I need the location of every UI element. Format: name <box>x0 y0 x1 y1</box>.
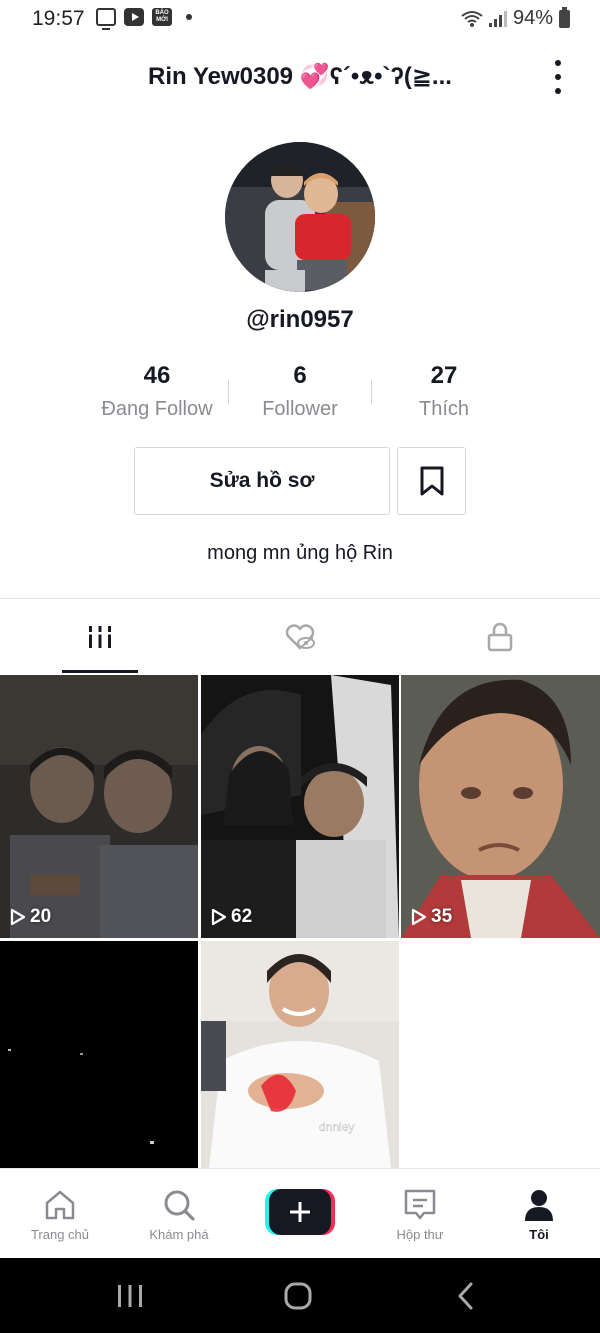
recent-apps-icon <box>118 1285 142 1307</box>
video-thumbnail[interactable]: 62 <box>201 675 399 938</box>
nav-discover[interactable]: Khám phá <box>119 1187 239 1242</box>
profile-header: Rin Yew0309 💞ʕ´•ᴥ•`ʔ(≧... <box>0 48 600 104</box>
dot <box>555 60 561 66</box>
active-tab-indicator <box>62 670 138 673</box>
tab-private[interactable] <box>400 599 600 675</box>
followers-label: Follower <box>262 398 338 420</box>
baomoi-icon: BÁO MỚI <box>152 8 172 26</box>
following-stat[interactable]: 46 Đang Follow <box>82 362 232 421</box>
home-circle-icon <box>284 1282 312 1310</box>
home-system-button[interactable] <box>278 1280 318 1312</box>
play-icon <box>10 908 26 926</box>
battery-icon <box>559 6 570 28</box>
plus-icon <box>290 1202 310 1222</box>
nav-discover-label: Khám phá <box>149 1227 209 1242</box>
recent-apps-button[interactable] <box>110 1280 150 1312</box>
status-bar: 19:57 BÁO MỚI 94% <box>0 0 600 36</box>
nav-home[interactable]: Trang chủ <box>0 1187 120 1242</box>
system-status: 94% <box>461 6 570 30</box>
battery-percent: 94% <box>512 7 553 29</box>
search-icon <box>164 1190 195 1221</box>
youtube-icon <box>124 8 144 26</box>
tab-videos[interactable] <box>0 599 200 675</box>
dot <box>555 74 561 80</box>
avatar[interactable] <box>225 142 375 292</box>
screen-icon <box>96 8 116 30</box>
back-button[interactable] <box>446 1280 486 1312</box>
more-options-button[interactable] <box>546 60 570 94</box>
followers-stat[interactable]: 6 Follower <box>225 362 375 421</box>
liked-hidden-icon <box>285 624 315 650</box>
lock-icon <box>487 622 513 652</box>
profile-display-name[interactable]: Rin Yew0309 💞ʕ´•ᴥ•`ʔ(≧... <box>90 62 510 91</box>
view-count-text: 20 <box>30 906 52 927</box>
following-label: Đang Follow <box>101 398 213 420</box>
view-count: 20 <box>10 906 51 928</box>
home-icon <box>45 1190 75 1220</box>
video-grid: 20 62 35 dnniey <box>0 675 600 1168</box>
nav-inbox[interactable]: Hộp thư <box>360 1187 480 1242</box>
notification-icons: BÁO MỚI <box>96 8 192 30</box>
avatar-photo <box>225 142 375 292</box>
nav-home-label: Trang chủ <box>30 1227 90 1242</box>
profile-icon <box>525 1190 553 1221</box>
more-notifications-dot <box>186 14 192 20</box>
video-thumbnail[interactable]: 35 <box>401 675 600 938</box>
video-5-thumbnail-image: dnniey <box>201 941 399 1168</box>
video-thumbnail[interactable]: 20 <box>0 675 198 938</box>
grid-icon <box>87 626 113 648</box>
video-thumbnail[interactable]: dnniey <box>201 941 399 1168</box>
likes-stat[interactable]: 27 Thích <box>369 362 519 421</box>
likes-count: 27 <box>430 362 458 389</box>
video-1-thumbnail-image <box>0 675 198 938</box>
dot <box>555 88 561 94</box>
system-navigation-bar <box>0 1258 600 1333</box>
tab-liked[interactable] <box>200 599 400 675</box>
nav-me-label: Tôi <box>529 1227 549 1242</box>
status-time: 19:57 <box>32 7 85 30</box>
create-button-body <box>269 1189 331 1235</box>
username: @rin0957 <box>246 306 354 333</box>
profile-bio: mong mn ủng hộ Rin <box>207 542 393 564</box>
inbox-icon <box>404 1189 436 1220</box>
likes-label: Thích <box>418 398 470 420</box>
profile-stats: 46 Đang Follow 6 Follower 27 Thích <box>0 362 600 422</box>
video-thumbnail[interactable] <box>0 941 198 1168</box>
bottom-navigation: Trang chủ Khám phá Hộp thư Tôi <box>0 1168 600 1258</box>
video-4-thumbnail-image <box>0 941 198 1168</box>
create-video-button[interactable] <box>265 1189 335 1235</box>
following-count: 46 <box>143 362 171 389</box>
profile-tabs <box>0 598 600 674</box>
back-chevron-icon <box>458 1282 473 1310</box>
nav-me[interactable]: Tôi <box>479 1187 599 1242</box>
favorites-button[interactable] <box>397 447 466 515</box>
edit-profile-button[interactable]: Sửa hồ sơ <box>134 447 390 515</box>
view-count: 35 <box>411 906 452 928</box>
play-icon <box>211 908 227 926</box>
play-icon <box>411 908 427 926</box>
video-3-thumbnail-image <box>401 675 600 938</box>
nav-inbox-label: Hộp thư <box>396 1227 444 1242</box>
video-2-thumbnail-image <box>201 675 399 938</box>
signal-icon <box>488 10 507 27</box>
view-count-text: 62 <box>231 906 253 927</box>
view-count-text: 35 <box>431 906 453 927</box>
bookmark-icon <box>420 466 443 496</box>
video-watermark: dnniey <box>319 1120 354 1134</box>
view-count: 62 <box>211 906 252 928</box>
followers-count: 6 <box>293 362 307 389</box>
wifi-icon <box>461 10 483 27</box>
